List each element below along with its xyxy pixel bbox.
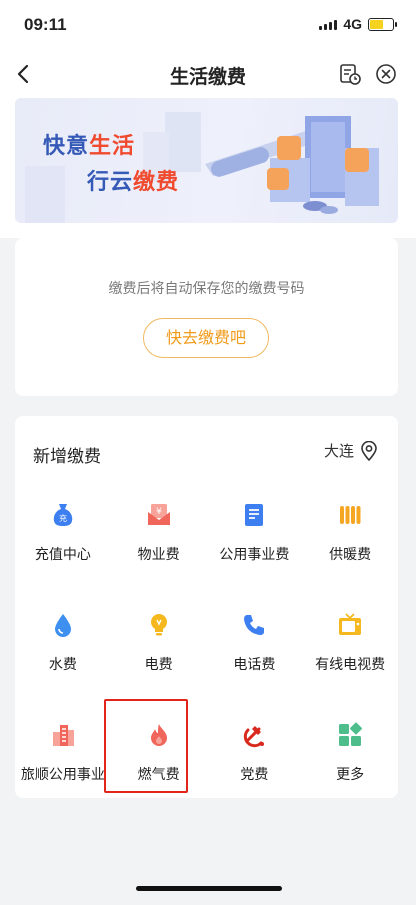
radiator-icon xyxy=(340,506,361,524)
city-selector[interactable]: 大连 xyxy=(324,440,378,461)
money-bag-icon: 充 xyxy=(53,504,73,526)
close-icon[interactable] xyxy=(374,62,398,86)
service-label: 公用事业费 xyxy=(219,547,290,563)
party-emblem-icon xyxy=(244,726,265,748)
banner-text: 行云 xyxy=(87,170,134,195)
service-label: 有线电视费 xyxy=(315,657,386,673)
water-drop-icon xyxy=(54,614,71,637)
service-public-utility[interactable]: 公用事业费 xyxy=(207,492,303,602)
service-grid: 充 充值中心 ¥ 物业费 公用事业费 供暖费 水费 电费 电话费 有线电视费 旅… xyxy=(15,492,398,822)
banner-text-accent: 生活 xyxy=(89,134,136,159)
service-label: 水费 xyxy=(48,657,77,673)
grid-more-icon xyxy=(339,722,363,746)
service-more[interactable]: 更多 xyxy=(302,712,398,822)
service-label: 党费 xyxy=(240,767,269,783)
network-type: 4G xyxy=(343,16,362,32)
light-bulb-icon xyxy=(150,614,167,636)
battery-icon xyxy=(368,17,397,31)
service-cable-tv-fee[interactable]: 有线电视费 xyxy=(302,602,398,712)
banner-text-accent: 缴费 xyxy=(133,170,180,195)
envelope-icon: ¥ xyxy=(147,504,170,525)
location-pin-icon xyxy=(361,440,377,461)
service-label: 物业费 xyxy=(137,547,180,563)
service-label: 电费 xyxy=(144,657,173,673)
service-heating-fee[interactable]: 供暖费 xyxy=(302,492,398,602)
service-party-fee[interactable]: 党费 xyxy=(207,712,303,822)
section-title: 新增缴费 xyxy=(33,447,101,467)
status-indicators: 4G xyxy=(319,16,397,32)
status-time: 09:11 xyxy=(24,15,67,34)
highlight-box xyxy=(104,699,188,793)
svg-text:¥: ¥ xyxy=(156,507,162,517)
service-label: 供暖费 xyxy=(329,547,372,563)
status-bar: 09:11 4G xyxy=(0,0,416,50)
new-payment-card: 新增缴费 大连 充 充值中心 ¥ 物业费 公用事业费 供暖费 水费 电费 电话费… xyxy=(15,416,398,798)
city-label: 大连 xyxy=(323,442,354,460)
history-record-icon[interactable] xyxy=(338,62,362,86)
banner-slogan-line2: 行云缴费 xyxy=(87,164,179,196)
building-icon xyxy=(52,725,74,746)
service-label: 电话费 xyxy=(233,657,276,673)
empty-state-message: 缴费后将自动保存您的缴费号码 xyxy=(108,281,305,297)
banner-text: 快意 xyxy=(43,134,90,159)
saved-accounts-card: 缴费后将自动保存您的缴费号码 快去缴费吧 xyxy=(15,238,398,396)
service-label: 更多 xyxy=(336,767,365,783)
phone-icon xyxy=(244,615,265,635)
service-recharge-center[interactable]: 充 充值中心 xyxy=(15,492,111,602)
go-pay-button[interactable]: 快去缴费吧 xyxy=(143,318,269,358)
service-lvshun-utility[interactable]: 旅顺公用事业 xyxy=(15,712,111,822)
service-water-fee[interactable]: 水费 xyxy=(15,602,111,712)
banner-illustration xyxy=(25,112,379,223)
nav-bar: 生活缴费 xyxy=(0,50,416,98)
service-property-fee[interactable]: ¥ 物业费 xyxy=(111,492,207,602)
service-label: 旅顺公用事业 xyxy=(20,767,105,783)
promo-banner[interactable]: 快意生活 行云缴费 xyxy=(15,98,398,223)
home-indicator[interactable] xyxy=(136,886,282,891)
service-label: 充值中心 xyxy=(34,547,91,563)
banner-slogan-line1: 快意生活 xyxy=(43,128,135,160)
svg-text:充: 充 xyxy=(59,513,67,523)
tv-icon xyxy=(339,613,362,635)
service-phone-fee[interactable]: 电话费 xyxy=(207,602,303,712)
document-icon xyxy=(245,504,264,526)
service-electricity-fee[interactable]: 电费 xyxy=(111,602,207,712)
signal-icon xyxy=(319,18,338,30)
